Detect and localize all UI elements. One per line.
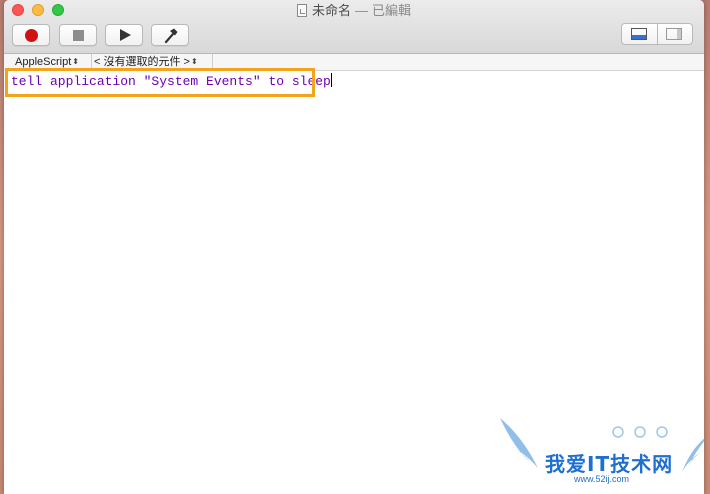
- record-button[interactable]: [12, 24, 50, 46]
- document-name: 未命名: [311, 3, 351, 18]
- watermark-text: 我爱IT技术网: [545, 452, 674, 476]
- code-text: tell application "System Events" to slee…: [11, 74, 331, 89]
- window-title: 未命名 — 已編輯: [4, 2, 704, 20]
- watermark-url: www.52ij.com: [574, 474, 630, 484]
- play-icon: [120, 29, 131, 41]
- show-side-pane-button[interactable]: [657, 24, 692, 44]
- run-button[interactable]: [105, 24, 143, 46]
- watermark: 我爱IT技术网 www.52ij.com: [500, 410, 704, 490]
- view-toggle: [621, 23, 693, 45]
- hammer-icon: [164, 28, 178, 44]
- stop-icon: [73, 30, 84, 41]
- document-icon[interactable]: [296, 4, 307, 17]
- side-pane-icon: [666, 28, 682, 40]
- record-icon: [25, 29, 38, 42]
- document-edit-status: 已編輯: [372, 3, 412, 18]
- element-selector[interactable]: < 沒有選取的元件 >⬍: [92, 54, 213, 70]
- code-line[interactable]: tell application "System Events" to slee…: [11, 73, 332, 91]
- compile-button[interactable]: [151, 24, 189, 46]
- language-label: AppleScript: [15, 56, 72, 68]
- stop-button[interactable]: [59, 24, 97, 46]
- text-cursor: [330, 73, 332, 87]
- script-editor-window: 未命名 — 已編輯 AppleScript⬍ < 沒有選取的元件 >⬍ tell…: [4, 0, 704, 494]
- title-separator: —: [355, 3, 368, 18]
- language-selector[interactable]: AppleScript⬍: [13, 54, 92, 70]
- show-bottom-pane-button[interactable]: [622, 24, 658, 44]
- element-label: < 沒有選取的元件 >: [94, 56, 190, 68]
- up-down-chevron-icon: ⬍: [72, 57, 79, 66]
- title-bar[interactable]: 未命名 — 已編輯: [4, 0, 704, 54]
- up-down-chevron-icon: ⬍: [190, 57, 198, 66]
- navigation-bar: AppleScript⬍ < 沒有選取的元件 >⬍: [4, 54, 704, 71]
- bottom-pane-icon: [631, 28, 647, 40]
